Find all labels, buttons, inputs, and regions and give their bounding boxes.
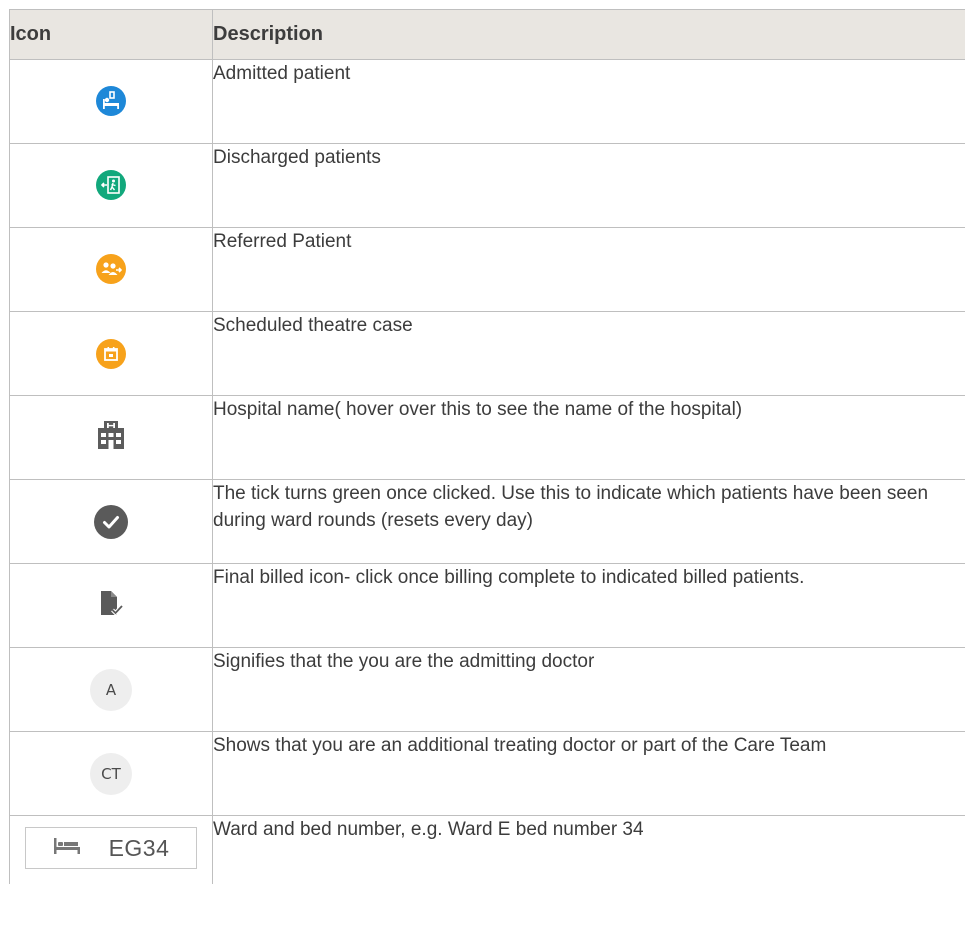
table-row: The tick turns green once clicked. Use t… — [9, 479, 965, 564]
row-description: Final billed icon- click once billing co… — [212, 563, 965, 648]
row-description: The tick turns green once clicked. Use t… — [212, 479, 965, 564]
table-header-row: Icon Description — [9, 9, 965, 60]
icon-cell — [9, 563, 213, 648]
referred-patient-icon — [96, 254, 126, 284]
table-row: Hospital name( hover over this to see th… — [9, 395, 965, 480]
row-description: Signifies that the you are the admitting… — [212, 647, 965, 732]
row-description: Scheduled theatre case — [212, 311, 965, 396]
admitting-doctor-badge: A — [90, 668, 132, 711]
bed-icon — [53, 837, 81, 860]
row-description: Referred Patient — [212, 227, 965, 312]
row-description: Ward and bed number, e.g. Ward E bed num… — [212, 815, 965, 884]
icon-cell — [9, 311, 213, 396]
icon-cell: CT — [9, 731, 213, 816]
icon-cell: A — [9, 647, 213, 732]
header-description: Description — [212, 9, 965, 60]
table-row: Referred Patient — [9, 227, 965, 312]
row-description: Discharged patients — [212, 143, 965, 228]
hospital-icon — [97, 420, 125, 450]
ward-bed-label: EG34 — [25, 827, 197, 869]
final-billed-icon[interactable] — [98, 589, 124, 617]
table-row: Admitted patient — [9, 59, 965, 144]
scheduled-theatre-icon — [96, 338, 126, 369]
table-row: Discharged patients — [9, 143, 965, 228]
icon-cell: EG34 — [9, 815, 213, 884]
care-team-badge: CT — [90, 752, 132, 795]
discharged-patient-icon — [96, 170, 126, 200]
row-description: Hospital name( hover over this to see th… — [212, 395, 965, 480]
table-row: Scheduled theatre case — [9, 311, 965, 396]
icon-legend-table: Icon Description Admitted patient Discha… — [9, 9, 965, 884]
icon-cell — [9, 227, 213, 312]
table-row: EG34 Ward and bed number, e.g. Ward E be… — [9, 815, 965, 884]
icon-cell — [9, 143, 213, 228]
ward-bed-number: EG34 — [108, 834, 170, 861]
icon-cell — [9, 59, 213, 144]
admitted-patient-icon — [96, 86, 126, 116]
table-row: A Signifies that the you are the admitti… — [9, 647, 965, 732]
header-icon: Icon — [9, 9, 213, 60]
table-row: Final billed icon- click once billing co… — [9, 563, 965, 648]
row-description: Admitted patient — [212, 59, 965, 144]
icon-cell — [9, 479, 213, 564]
icon-cell — [9, 395, 213, 480]
row-description: Shows that you are an additional treatin… — [212, 731, 965, 816]
table-row: CT Shows that you are an additional trea… — [9, 731, 965, 816]
tick-icon[interactable] — [94, 504, 128, 539]
